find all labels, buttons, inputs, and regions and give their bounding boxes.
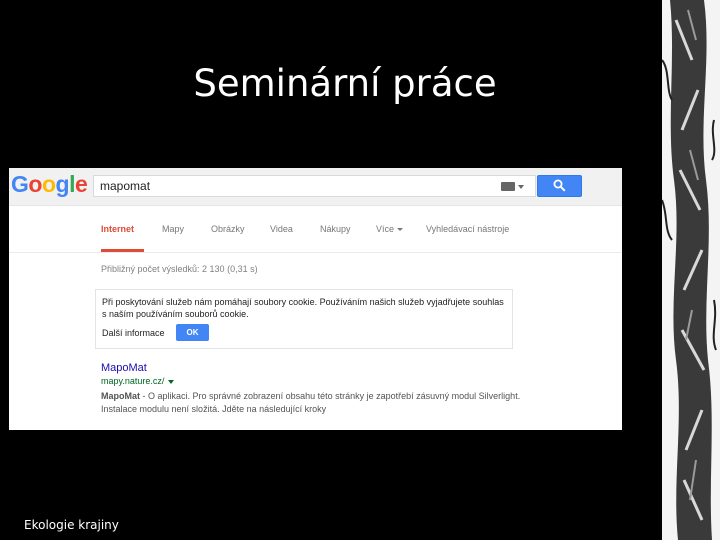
tab-vice[interactable]: Více	[376, 224, 404, 234]
cookie-notice-text: Při poskytování služeb nám pomáhají soub…	[102, 297, 504, 319]
result-snippet-keyword: MapoMat	[101, 391, 140, 401]
search-button[interactable]	[537, 175, 582, 197]
tab-nakupy[interactable]: Nákupy	[320, 224, 351, 234]
google-logo-letter: o	[28, 171, 42, 197]
google-screenshot: Google Internet Mapy Obrázky Videa Nákup…	[9, 168, 622, 430]
tab-vice-label: Více	[376, 224, 395, 234]
chevron-down-icon	[397, 228, 404, 232]
tab-internet[interactable]: Internet	[101, 224, 134, 234]
result-snippet-text: - O aplikaci. Pro správné zobrazení obsa…	[101, 391, 521, 414]
result-stats: Přibližný počet výsledků: 2 130 (0,31 s)	[101, 264, 258, 274]
result-snippet: MapoMat - O aplikaci. Pro správné zobraz…	[101, 390, 521, 416]
chevron-down-icon[interactable]	[518, 185, 524, 189]
google-logo-letter: o	[41, 171, 56, 197]
tree-illustration	[662, 0, 720, 540]
keyboard-icon[interactable]	[501, 182, 515, 191]
tab-mapy[interactable]: Mapy	[162, 224, 184, 234]
search-box[interactable]	[93, 175, 536, 197]
chevron-down-icon[interactable]	[168, 379, 175, 384]
cookie-notice: Při poskytování služeb nám pomáhají soub…	[95, 289, 513, 349]
tab-obrazky[interactable]: Obrázky	[211, 224, 245, 234]
google-logo-letter: e	[74, 171, 88, 197]
result-url-text: mapy.nature.cz/	[101, 376, 165, 386]
slide-footer: Ekologie krajiny	[24, 518, 119, 532]
search-icon	[553, 179, 566, 192]
google-logo-letter: G	[11, 171, 29, 197]
tree-trunk-image	[662, 0, 720, 540]
slide-title: Seminární práce	[193, 62, 497, 105]
tab-videa[interactable]: Videa	[270, 224, 293, 234]
result-title-link[interactable]: MapoMat	[101, 362, 147, 374]
google-logo-letter: g	[55, 171, 70, 197]
ok-button[interactable]: OK	[176, 324, 209, 341]
result-url: mapy.nature.cz/	[101, 376, 175, 386]
google-header: Google	[9, 168, 622, 206]
tab-search-tools[interactable]: Vyhledávací nástroje	[426, 224, 509, 234]
google-logo[interactable]: Google	[11, 171, 88, 198]
more-info-link[interactable]: Další informace	[102, 328, 165, 338]
search-input[interactable]	[100, 178, 490, 194]
divider	[9, 252, 622, 253]
